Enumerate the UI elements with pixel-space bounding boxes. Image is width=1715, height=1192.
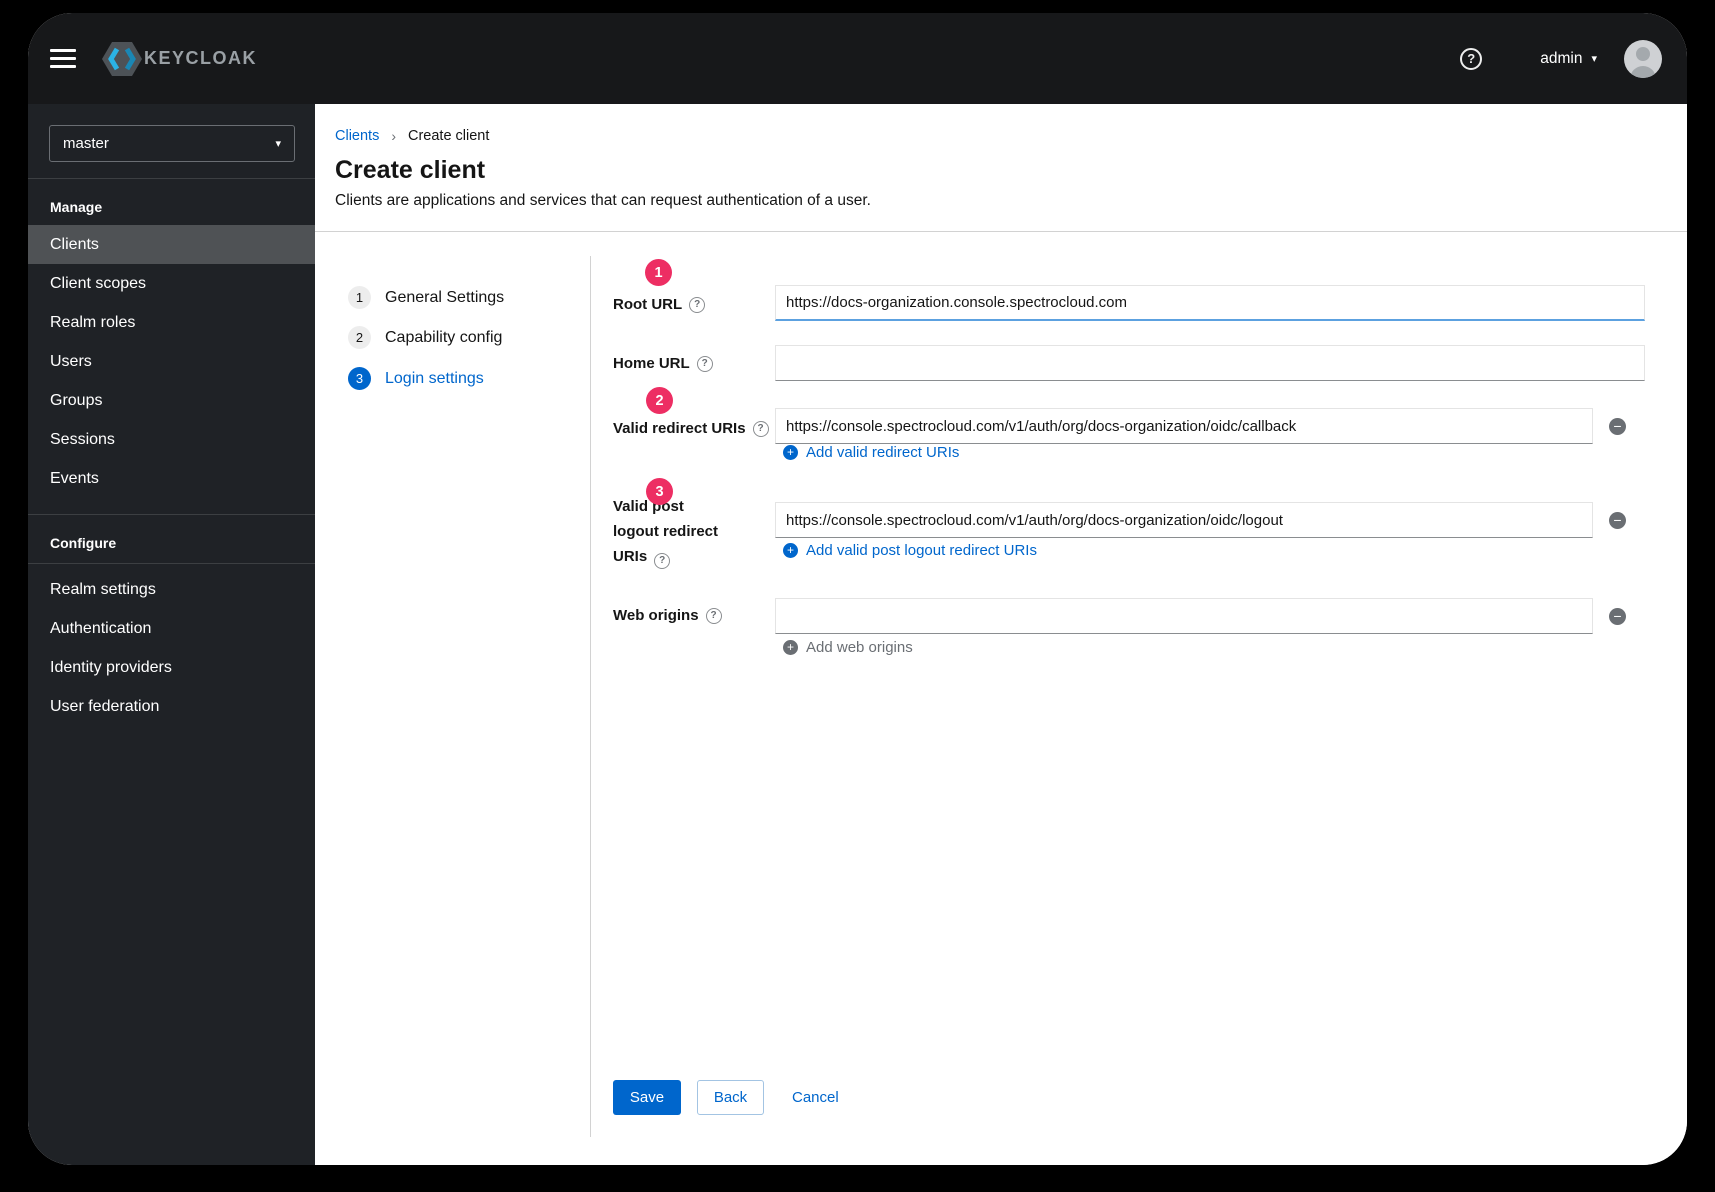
annotation-badge-3: 3: [646, 478, 673, 505]
step-number: 1: [348, 286, 371, 309]
add-valid-redirect-uris-label: Add valid redirect URIs: [806, 444, 960, 461]
annotation-badge-2: 2: [646, 387, 673, 414]
sidebar-item-realm-settings[interactable]: Realm settings: [28, 570, 315, 609]
page-subtitle: Clients are applications and services th…: [335, 192, 871, 209]
sidebar-item-events[interactable]: Events: [28, 459, 315, 498]
remove-redirect-uri-button[interactable]: −: [1609, 418, 1626, 435]
valid-post-logout-redirect-uris-label: Valid post logout redirect URIs?: [613, 494, 729, 569]
sidebar-item-sessions[interactable]: Sessions: [28, 420, 315, 459]
sidebar-item-user-federation[interactable]: User federation: [28, 687, 315, 726]
sidebar-item-users[interactable]: Users: [28, 342, 315, 381]
create-client-form: 1 General Settings 2 Capability config 3…: [315, 232, 1687, 1165]
keycloak-logo: KEYCLOAK: [102, 41, 257, 77]
menu-icon[interactable]: [50, 49, 76, 68]
app-window: KEYCLOAK ? admin ▾ master ▾ Manage Clien…: [28, 13, 1687, 1165]
wizard-step-capability-config[interactable]: 2 Capability config: [348, 326, 502, 349]
step-number: 3: [348, 367, 371, 390]
plus-icon: +: [783, 543, 798, 558]
step-number: 2: [348, 326, 371, 349]
home-url-label-text: Home URL: [613, 355, 690, 372]
caret-down-icon[interactable]: ▾: [1591, 52, 1597, 65]
caret-down-icon: ▾: [275, 138, 281, 150]
realm-selector[interactable]: master ▾: [49, 125, 295, 162]
step-label: General Settings: [385, 288, 505, 306]
annotation-badge-1: 1: [645, 259, 672, 286]
root-url-input[interactable]: [775, 285, 1645, 321]
divider: [590, 256, 591, 1137]
valid-post-logout-redirect-uri-input[interactable]: [775, 502, 1593, 538]
back-button[interactable]: Back: [697, 1080, 764, 1115]
main-content: Clients › Create client Create client Cl…: [315, 104, 1687, 1165]
masthead: KEYCLOAK ? admin ▾: [28, 13, 1687, 104]
valid-redirect-uri-input[interactable]: [775, 408, 1593, 444]
username[interactable]: admin: [1540, 50, 1582, 68]
add-valid-post-logout-redirect-uris-label: Add valid post logout redirect URIs: [806, 542, 1037, 559]
web-origins-input[interactable]: [775, 598, 1593, 634]
home-url-input[interactable]: [775, 345, 1645, 381]
root-url-label: Root URL ?: [613, 296, 706, 313]
root-url-label-text: Root URL: [613, 296, 683, 313]
help-icon[interactable]: ?: [689, 296, 706, 313]
help-icon[interactable]: ?: [1460, 47, 1483, 70]
wizard-step-general-settings[interactable]: 1 General Settings: [348, 286, 504, 309]
help-icon[interactable]: ?: [696, 355, 713, 372]
web-origins-label: Web origins ?: [613, 607, 722, 624]
sidebar-section-manage: Manage: [50, 199, 103, 215]
plus-icon: +: [783, 640, 798, 655]
help-icon[interactable]: ?: [654, 552, 671, 569]
add-web-origins-label: Add web origins: [806, 639, 913, 656]
add-web-origins-link[interactable]: + Add web origins: [783, 639, 913, 656]
sidebar-item-client-scopes[interactable]: Client scopes: [28, 264, 315, 303]
help-icon[interactable]: ?: [752, 420, 769, 437]
breadcrumb-clients-link[interactable]: Clients: [335, 128, 379, 144]
page-header: Clients › Create client Create client Cl…: [315, 104, 1687, 232]
valid-redirect-uris-label-text: Valid redirect URIs: [613, 420, 746, 437]
breadcrumb: Clients › Create client: [335, 128, 1687, 144]
chevron-right-icon: ›: [391, 128, 396, 144]
sidebar-section-configure: Configure: [28, 515, 315, 564]
sidebar-item-authentication[interactable]: Authentication: [28, 609, 315, 648]
save-button[interactable]: Save: [613, 1080, 681, 1115]
web-origins-label-text: Web origins: [613, 607, 699, 624]
keycloak-logo-icon: [102, 41, 142, 76]
plus-icon: +: [783, 445, 798, 460]
step-label: Capability config: [385, 328, 503, 346]
add-valid-post-logout-redirect-uris-link[interactable]: + Add valid post logout redirect URIs: [783, 542, 1037, 559]
masthead-right: ? admin ▾: [1460, 39, 1662, 78]
configure-nav: Realm settings Authentication Identity p…: [28, 570, 315, 726]
help-icon[interactable]: ?: [705, 607, 722, 624]
minus-icon: −: [1613, 417, 1622, 434]
home-url-label: Home URL ?: [613, 355, 713, 372]
sidebar-item-identity-providers[interactable]: Identity providers: [28, 648, 315, 687]
sidebar: master ▾ Manage Clients Client scopes Re…: [28, 104, 315, 1165]
step-label: Login settings: [385, 369, 484, 387]
avatar[interactable]: [1624, 39, 1662, 78]
remove-post-logout-uri-button[interactable]: −: [1609, 512, 1626, 529]
wizard-step-login-settings[interactable]: 3 Login settings: [348, 367, 484, 390]
valid-redirect-uris-label: Valid redirect URIs ?: [613, 420, 769, 437]
cancel-button[interactable]: Cancel: [792, 1080, 839, 1115]
minus-icon: −: [1613, 511, 1622, 528]
realm-name: master: [63, 135, 109, 152]
breadcrumb-current: Create client: [408, 128, 490, 144]
sidebar-item-groups[interactable]: Groups: [28, 381, 315, 420]
sidebar-item-realm-roles[interactable]: Realm roles: [28, 303, 315, 342]
sidebar-item-clients[interactable]: Clients: [28, 225, 315, 264]
page-title: Create client: [335, 156, 486, 184]
manage-nav: Clients Client scopes Realm roles Users …: [28, 225, 315, 498]
brand-text: KEYCLOAK: [144, 48, 258, 68]
add-valid-redirect-uris-link[interactable]: + Add valid redirect URIs: [783, 444, 959, 461]
remove-web-origin-button[interactable]: −: [1609, 608, 1626, 625]
minus-icon: −: [1613, 607, 1622, 624]
